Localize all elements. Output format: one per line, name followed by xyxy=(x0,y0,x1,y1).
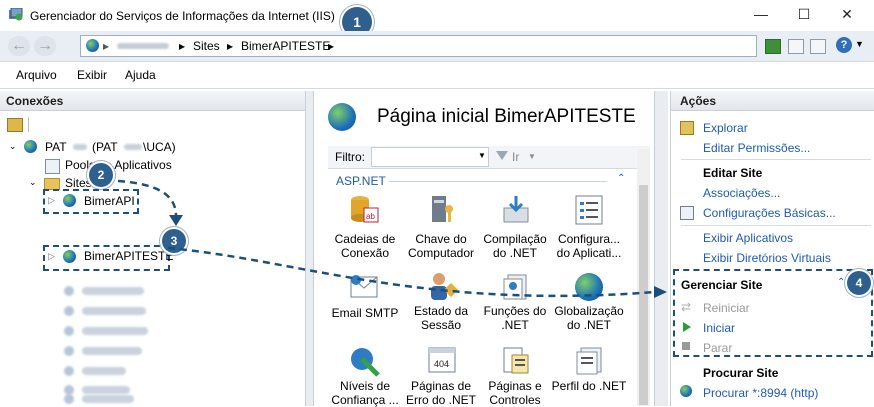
arrowhead-2 xyxy=(654,286,667,298)
annotation-arrows xyxy=(117,179,667,298)
arrow-site-to-manage xyxy=(167,246,656,298)
arrow-sites-to-site xyxy=(117,179,178,217)
arrowhead-1 xyxy=(169,215,183,226)
